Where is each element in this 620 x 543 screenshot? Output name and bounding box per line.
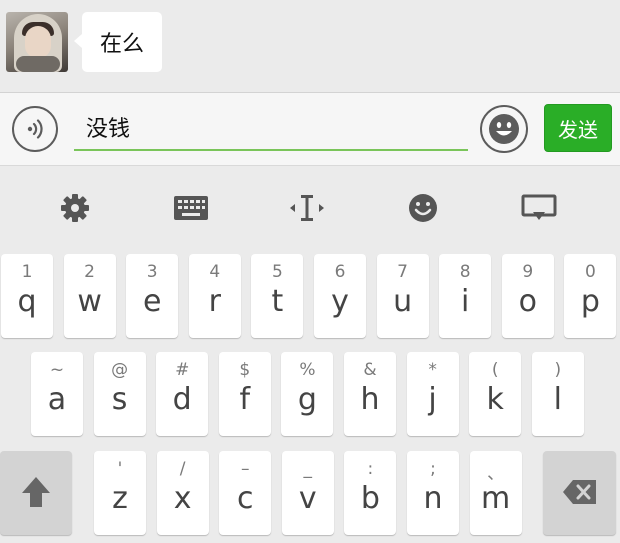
chat-area: 在么 [0,0,620,92]
key-o[interactable]: 9o [501,254,554,338]
message-input[interactable] [74,105,468,151]
key-g[interactable]: % g [281,352,334,436]
keyboard-toolbar [0,166,620,250]
key-x[interactable]: / x [156,451,209,535]
key-z[interactable]: ' z [94,451,146,535]
key-q[interactable]: 1q [1,254,53,338]
shift-arrow-icon [22,477,50,507]
send-button[interactable]: 发送 [544,104,612,152]
key-l[interactable]: ) l [531,352,584,436]
key-label: q [17,284,37,319]
key-hint: 8 [459,262,471,282]
key-hint: _ [303,459,313,479]
key-hint: – [240,459,250,479]
key-hint: ; [430,459,436,479]
key-hint: # [175,360,190,380]
hide-keyboard-icon[interactable] [519,190,559,226]
key-label: v [298,481,317,516]
key-label: o [518,284,537,319]
key-label: m [480,481,511,516]
key-label: l [553,382,562,417]
key-hint: & [363,360,377,380]
key-hint: 5 [271,262,283,282]
key-hint: 6 [334,262,346,282]
key-j[interactable]: * j [406,352,459,436]
key-label: t [271,284,284,319]
input-bar: 发送 [0,92,620,166]
key-label: i [461,284,470,319]
key-hint: : [367,459,374,479]
key-hint: 7 [397,262,408,282]
key-hint: * [428,360,437,380]
key-hint: $ [239,360,251,380]
key-label: w [77,284,102,319]
message-text: 在么 [100,32,145,57]
key-label: n [423,481,443,516]
key-label: d [172,382,192,417]
key-hint: 0 [584,262,596,282]
key-t[interactable]: 5t [251,254,304,338]
smiley-icon [489,114,519,144]
key-r[interactable]: 4r [188,254,241,338]
key-label: s [111,382,128,417]
key-label: b [360,481,380,516]
key-b[interactable]: :b [344,451,397,535]
key-hint: ( [491,360,499,380]
key-label: a [47,382,67,417]
key-label: p [580,284,600,319]
key-hint: ) [554,360,562,380]
gear-icon[interactable] [55,190,95,226]
key-label: y [331,284,349,319]
key-h[interactable]: & h [344,352,396,436]
backspace-key[interactable] [543,451,616,535]
key-d[interactable]: # d [156,352,209,436]
key-hint: ' [117,459,123,479]
key-hint: / [179,459,186,479]
key-label: h [360,382,380,417]
backspace-icon [563,480,596,504]
key-label: e [142,284,162,319]
key-m[interactable]: 、 m [469,451,522,535]
key-n[interactable]: ; n [407,451,459,535]
avatar[interactable] [6,12,68,72]
emoji-button[interactable] [480,105,528,153]
key-hint: 2 [84,262,95,282]
cursor-icon[interactable] [287,190,327,226]
key-v[interactable]: _ v [281,451,334,535]
key-hint: ~ [49,360,65,380]
key-hint: 4 [209,262,221,282]
key-c[interactable]: – c [219,451,272,535]
key-label: x [173,481,192,516]
key-u[interactable]: 7u [376,254,429,338]
key-s[interactable]: @ s [93,352,146,436]
key-f[interactable]: $ f [218,352,271,436]
message-bubble[interactable]: 在么 [73,12,163,72]
key-i[interactable]: 8i [439,254,492,338]
key-label: g [297,382,317,417]
key-hint: 3 [146,262,158,282]
voice-icon [27,119,43,139]
key-w[interactable]: 2w [63,254,116,338]
key-label: z [112,481,128,516]
shift-key[interactable] [0,451,72,535]
key-label: c [236,481,254,516]
key-label: f [239,382,251,417]
voice-button[interactable] [12,106,58,152]
key-hint: 1 [21,262,33,282]
key-label: j [428,382,437,417]
key-a[interactable]: ~ a [31,352,83,436]
key-y[interactable]: 6y [314,254,366,338]
key-hint: @ [111,360,129,380]
key-hint: % [299,360,316,380]
emoji-icon[interactable] [403,190,443,226]
key-k[interactable]: (k [469,352,522,436]
key-label: r [208,284,221,319]
key-label: u [393,284,413,319]
key-p[interactable]: 0p [564,254,617,338]
key-hint: 9 [522,262,534,282]
key-e[interactable]: 3e [126,254,179,338]
keyboard-icon[interactable] [171,190,211,226]
key-label: k [486,382,504,417]
send-label: 发送 [558,117,598,142]
